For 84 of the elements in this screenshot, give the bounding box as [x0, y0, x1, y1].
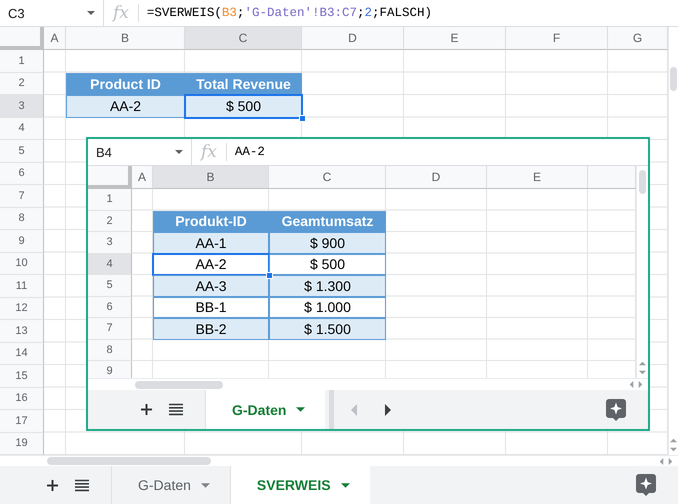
scrollbar-thumb[interactable] — [639, 170, 646, 194]
row-number[interactable]: 9 — [0, 230, 44, 252]
row-number[interactable]: 7 — [0, 185, 44, 208]
row-number[interactable]: 8 — [0, 208, 44, 230]
caret-icon — [296, 405, 306, 414]
row-number[interactable]: 14 — [0, 342, 44, 365]
row-number[interactable]: 4 — [0, 118, 44, 140]
explore-icon — [606, 398, 626, 420]
row-number[interactable]: 12 — [0, 298, 44, 320]
column-header[interactable]: G — [608, 27, 668, 50]
scroll-down-icon — [670, 446, 677, 453]
column-header[interactable]: A — [132, 166, 153, 189]
row-number[interactable]: 10 — [0, 252, 44, 275]
row-number[interactable]: 7 — [88, 318, 132, 340]
scroll-down-icon — [639, 369, 646, 376]
row-number[interactable]: 19 — [0, 432, 44, 455]
table-cell[interactable]: AA-1 — [153, 232, 269, 254]
dropdown-caret-icon — [175, 148, 183, 156]
row-number[interactable]: 16 — [0, 388, 44, 410]
list-icon — [169, 403, 183, 416]
row-number[interactable]: 6 — [0, 162, 44, 185]
table-cell[interactable]: BB-1 — [153, 296, 269, 318]
formula-field[interactable]: AA-2 — [226, 145, 265, 159]
row-number[interactable]: 3 — [88, 232, 132, 254]
column-header[interactable]: F — [506, 27, 608, 50]
column-header[interactable]: A — [44, 27, 66, 50]
plus-icon — [140, 403, 153, 416]
row-number[interactable]: 8 — [88, 340, 132, 361]
dropdown-caret-icon — [87, 9, 95, 17]
row-number[interactable]: 3 — [0, 95, 44, 118]
column-header[interactable]: E — [487, 166, 588, 189]
scroll-right-icon — [637, 381, 644, 388]
fill-handle[interactable] — [299, 114, 306, 122]
table-cell[interactable]: AA-2 — [66, 95, 185, 118]
caret-icon — [340, 480, 350, 490]
formula-field[interactable]: =SVERWEIS(B3;'G-Daten'!B3:C7;2;FALSCH) — [138, 6, 432, 20]
column-header[interactable]: E — [404, 27, 506, 50]
row-number[interactable]: 5 — [88, 275, 132, 296]
row-number[interactable]: 13 — [0, 320, 44, 342]
name-box[interactable]: B4 — [88, 139, 192, 165]
row-number[interactable]: 2 — [0, 72, 44, 95]
column-header[interactable]: C — [185, 27, 302, 50]
sheet-tab[interactable]: SVERWEIS — [230, 466, 370, 504]
caret-icon — [200, 480, 210, 490]
scrollbar-thumb[interactable] — [135, 380, 223, 388]
scrollbar-thumb[interactable] — [47, 457, 211, 465]
scroll-up-icon — [639, 360, 646, 367]
fx-label: fx — [104, 4, 139, 22]
explore-icon — [636, 474, 656, 496]
table-cell[interactable]: $ 1.300 — [269, 275, 386, 296]
scrollbar-thumb[interactable] — [670, 67, 677, 91]
column-header[interactable]: C — [269, 166, 386, 189]
name-box[interactable]: C3 — [0, 0, 104, 26]
column-title[interactable]: Product ID — [66, 72, 185, 95]
table-cell[interactable]: $ 1.000 — [269, 296, 386, 318]
row-number[interactable]: 1 — [0, 50, 44, 72]
list-icon — [75, 478, 89, 492]
fx-label: fx — [192, 143, 227, 161]
row-number[interactable]: 5 — [0, 140, 44, 162]
table-cell[interactable]: $ 1.500 — [269, 318, 386, 340]
column-title[interactable]: Total Revenue — [185, 72, 302, 95]
row-number[interactable]: 17 — [0, 410, 44, 432]
column-header[interactable]: B — [66, 27, 185, 50]
table-cell[interactable]: $ 500 — [269, 254, 386, 275]
column-header[interactable]: B — [153, 166, 269, 189]
fill-handle[interactable] — [266, 272, 273, 279]
row-number[interactable]: 1 — [88, 189, 132, 210]
plus-icon — [46, 478, 59, 492]
scroll-up-icon — [670, 437, 677, 444]
row-number[interactable]: 2 — [88, 210, 132, 232]
column-header[interactable]: D — [302, 27, 404, 50]
row-number[interactable]: 6 — [88, 296, 132, 318]
scroll-left-icon — [628, 381, 635, 388]
row-number[interactable]: 15 — [0, 365, 44, 388]
column-title[interactable]: Geamtumsatz — [269, 210, 386, 232]
table-cell[interactable]: $ 900 — [269, 232, 386, 254]
row-number[interactable]: 9 — [88, 361, 132, 378]
row-number[interactable]: 11 — [0, 275, 44, 298]
column-title[interactable]: Produkt-ID — [153, 210, 269, 232]
sheet-tab[interactable]: G-Daten — [205, 390, 326, 429]
table-cell[interactable]: BB-2 — [153, 318, 269, 340]
row-number[interactable]: 4 — [88, 254, 132, 275]
column-header[interactable]: D — [386, 166, 487, 189]
table-cell[interactable]: AA-3 — [153, 275, 269, 296]
